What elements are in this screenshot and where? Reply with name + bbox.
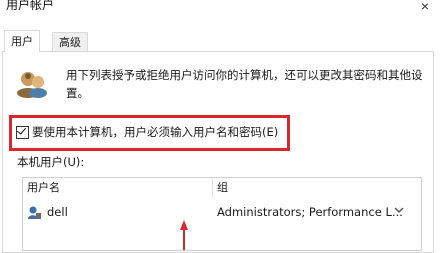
- column-header-group[interactable]: 组: [213, 178, 228, 198]
- tab-users-label: 用户: [11, 35, 33, 48]
- checkmark-icon: [17, 124, 26, 135]
- require-login-checkbox-row[interactable]: 要使用本计算机，用户必须输入用户名和密码(E): [16, 122, 278, 142]
- require-login-checkbox[interactable]: [16, 124, 29, 139]
- window-title: 用户帐户: [6, 0, 55, 12]
- users-listview[interactable]: 用户名 组 dell Administrators; Performance L…: [22, 177, 422, 251]
- column-header-username-label: 用户名: [27, 181, 60, 194]
- local-users-label: 本机用户(U):: [17, 155, 85, 169]
- close-icon: ×: [420, 0, 430, 14]
- description-text: 用下列表授予或拒绝用户访问你的计算机，还可以更改其密码和其他设置。: [66, 68, 423, 100]
- tab-advanced-label: 高级: [59, 36, 81, 49]
- scroll-down-icon[interactable]: [392, 203, 406, 217]
- require-login-label[interactable]: 要使用本计算机，用户必须输入用户名和密码(E): [32, 124, 278, 140]
- table-row[interactable]: dell Administrators; Performance L...: [23, 202, 421, 222]
- title-bar: 用户帐户 ×: [0, 0, 440, 18]
- cell-username: dell: [47, 205, 68, 219]
- annotation-arrow-icon: [180, 220, 188, 250]
- column-header-username[interactable]: 用户名: [23, 178, 60, 198]
- tab-users[interactable]: 用户: [4, 30, 40, 52]
- tab-advanced[interactable]: 高级: [52, 32, 88, 52]
- users-icon: [17, 72, 47, 98]
- close-button[interactable]: ×: [414, 0, 436, 14]
- user-icon: [28, 206, 41, 219]
- column-header-group-label: 组: [217, 181, 228, 194]
- cell-group: Administrators; Performance L...: [217, 205, 403, 219]
- tab-strip: 用户 高级: [0, 30, 440, 52]
